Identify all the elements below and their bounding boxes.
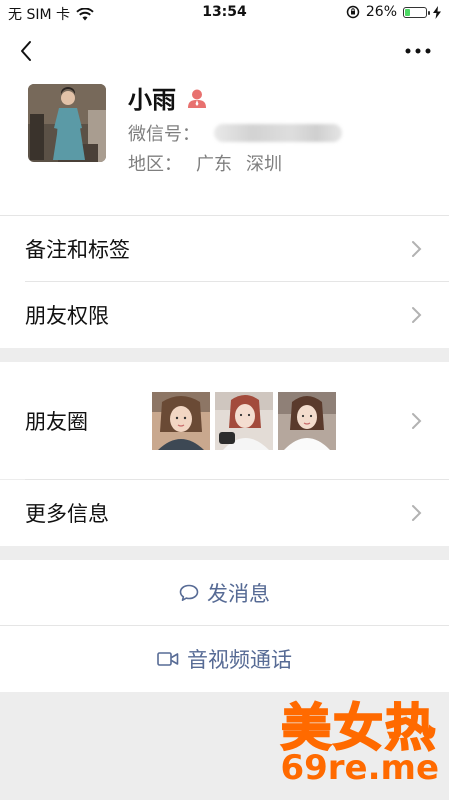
moments-label: 朋友圈 xyxy=(25,410,88,434)
status-bar: 无 SIM 卡 13:54 26% xyxy=(0,0,449,26)
name-row: 小雨 xyxy=(128,80,208,115)
battery-percent: 26% xyxy=(365,4,397,20)
region-city: 深圳 xyxy=(246,154,282,175)
wechat-id-redacted xyxy=(214,124,342,142)
video-call-button[interactable]: 音视频通话 xyxy=(0,626,449,692)
charging-icon xyxy=(433,5,441,19)
battery-icon xyxy=(403,6,430,18)
status-right: 26% xyxy=(346,4,441,20)
moments-photo[interactable] xyxy=(152,392,210,450)
female-gender-icon xyxy=(188,89,206,108)
chat-bubble-icon xyxy=(179,584,199,601)
friend-permissions-row[interactable]: 朋友权限 xyxy=(0,282,449,348)
moments-row[interactable]: 朋友圈 xyxy=(0,362,449,479)
rotation-lock-icon xyxy=(346,5,360,19)
watermark-domain: 69re.me xyxy=(280,748,439,788)
chevron-right-icon xyxy=(412,307,422,323)
send-message-label: 发消息 xyxy=(207,581,270,606)
back-arrow-icon[interactable] xyxy=(14,36,42,66)
wechat-id-row: 微信号： xyxy=(128,120,342,146)
profile-card: 小雨 微信号： 地区： 广东 深圳 xyxy=(0,76,449,215)
region-label: 地区： xyxy=(128,154,182,175)
more-info-label: 更多信息 xyxy=(25,502,109,526)
moments-photos xyxy=(152,392,336,450)
region-province: 广东 xyxy=(196,154,232,175)
video-camera-icon xyxy=(157,652,179,666)
friend-permissions-label: 朋友权限 xyxy=(25,304,109,328)
moments-photo[interactable] xyxy=(278,392,336,450)
video-call-label: 音视频通话 xyxy=(187,648,292,672)
more-options-icon[interactable] xyxy=(401,36,435,66)
contact-name: 小雨 xyxy=(128,86,176,114)
chevron-right-icon xyxy=(412,505,422,521)
nav-bar xyxy=(0,26,449,76)
wechat-id-label: 微信号： xyxy=(128,124,200,145)
chevron-right-icon xyxy=(412,413,422,429)
chevron-right-icon xyxy=(412,241,422,257)
more-info-row[interactable]: 更多信息 xyxy=(0,480,449,546)
remarks-tags-label: 备注和标签 xyxy=(25,238,130,262)
moments-photo[interactable] xyxy=(215,392,273,450)
avatar[interactable] xyxy=(28,84,106,162)
remarks-tags-row[interactable]: 备注和标签 xyxy=(0,215,449,282)
region-row: 地区： 广东 深圳 xyxy=(128,150,282,176)
watermark: 美女热 69re.me xyxy=(267,688,443,798)
send-message-button[interactable]: 发消息 xyxy=(0,560,449,625)
